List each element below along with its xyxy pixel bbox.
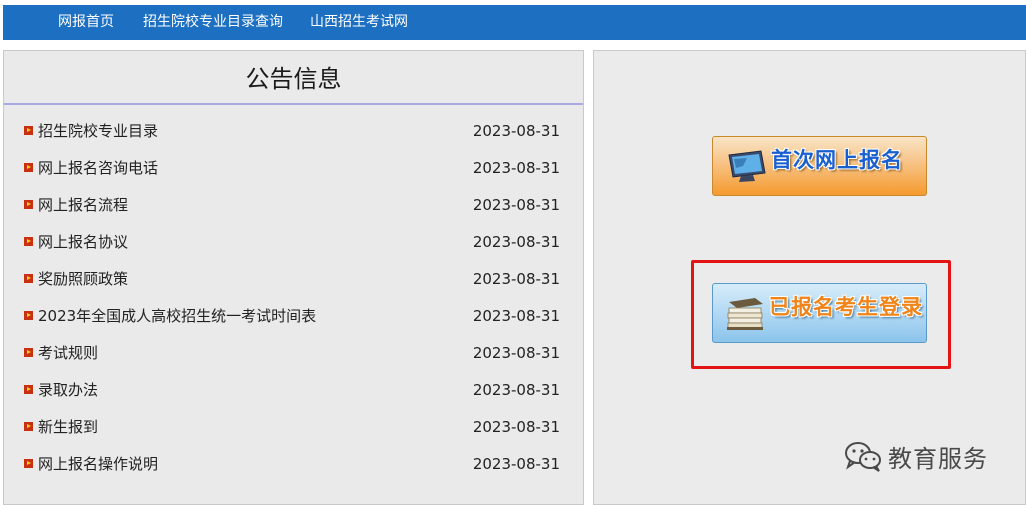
notice-list: 招生院校专业目录 2023-08-31 网上报名咨询电话 2023-08-31 网上报名… bbox=[4, 113, 583, 483]
arrow-bullet-icon bbox=[24, 385, 33, 394]
notice-list-item: 2023年全国成人高校招生统一考试时间表 2023-08-31 bbox=[4, 298, 583, 335]
notice-list-item: 新生报到 2023-08-31 bbox=[4, 409, 583, 446]
arrow-bullet-icon bbox=[24, 163, 33, 172]
monitor-icon bbox=[728, 150, 766, 182]
notice-date: 2023-08-31 bbox=[472, 233, 560, 251]
arrow-bullet-icon bbox=[24, 126, 33, 135]
notice-panel-title: 公告信息 bbox=[4, 51, 583, 105]
watermark-text: 教育服务 bbox=[888, 444, 988, 473]
wechat-icon bbox=[845, 442, 881, 472]
notice-panel: 公告信息 招生院校专业目录 2023-08-31 网上报名咨询电话 2023-08-3… bbox=[3, 50, 584, 505]
notice-title-link[interactable]: 网上报名操作说明 bbox=[38, 446, 158, 483]
notice-list-item: 网上报名操作说明 2023-08-31 bbox=[4, 446, 583, 483]
notice-date: 2023-08-31 bbox=[472, 307, 560, 325]
first-signup-label: 首次网上报名 bbox=[771, 148, 903, 172]
notice-date: 2023-08-31 bbox=[472, 344, 560, 362]
notice-title-link[interactable]: 网上报名协议 bbox=[38, 224, 128, 261]
notice-date: 2023-08-31 bbox=[472, 122, 560, 140]
arrow-bullet-icon bbox=[24, 422, 33, 431]
arrow-bullet-icon bbox=[24, 274, 33, 283]
notice-date: 2023-08-31 bbox=[472, 381, 560, 399]
nav-home-link[interactable]: 网报首页 bbox=[58, 5, 114, 40]
notice-date: 2023-08-31 bbox=[472, 270, 560, 288]
notice-list-item: 网上报名流程 2023-08-31 bbox=[4, 187, 583, 224]
notice-title-link[interactable]: 网上报名流程 bbox=[38, 187, 128, 224]
nav-exam-site-link[interactable]: 山西招生考试网 bbox=[310, 5, 408, 40]
notice-title-link[interactable]: 2023年全国成人高校招生统一考试时间表 bbox=[38, 298, 316, 335]
arrow-bullet-icon bbox=[24, 348, 33, 357]
first-signup-button[interactable]: 首次网上报名 bbox=[712, 136, 927, 196]
notice-list-item: 录取办法 2023-08-31 bbox=[4, 372, 583, 409]
notice-title-link[interactable]: 新生报到 bbox=[38, 409, 98, 446]
notice-title-link[interactable]: 招生院校专业目录 bbox=[38, 113, 158, 150]
notice-list-item: 考试规则 2023-08-31 bbox=[4, 335, 583, 372]
action-panel: 首次网上报名 已报名考生登录 教育服务 bbox=[593, 50, 1026, 505]
nav-catalog-query-link[interactable]: 招生院校专业目录查询 bbox=[143, 5, 283, 40]
notice-date: 2023-08-31 bbox=[472, 159, 560, 177]
arrow-bullet-icon bbox=[24, 311, 33, 320]
notice-date: 2023-08-31 bbox=[472, 455, 560, 473]
notice-list-item: 网上报名协议 2023-08-31 bbox=[4, 224, 583, 261]
notice-date: 2023-08-31 bbox=[472, 196, 560, 214]
arrow-bullet-icon bbox=[24, 200, 33, 209]
notice-title-link[interactable]: 奖励照顾政策 bbox=[38, 261, 128, 298]
notice-title-link[interactable]: 考试规则 bbox=[38, 335, 98, 372]
notice-date: 2023-08-31 bbox=[472, 418, 560, 436]
notice-title-link[interactable]: 录取办法 bbox=[38, 372, 98, 409]
notice-list-item: 网上报名咨询电话 2023-08-31 bbox=[4, 150, 583, 187]
arrow-bullet-icon bbox=[24, 459, 33, 468]
notice-list-item: 招生院校专业目录 2023-08-31 bbox=[4, 113, 583, 150]
top-nav-bar: 网报首页 招生院校专业目录查询 山西招生考试网 bbox=[3, 5, 1026, 40]
arrow-bullet-icon bbox=[24, 237, 33, 246]
watermark: 教育服务 bbox=[844, 436, 988, 476]
notice-title-link[interactable]: 网上报名咨询电话 bbox=[38, 150, 158, 187]
highlight-annotation-box bbox=[691, 260, 951, 369]
notice-list-item: 奖励照顾政策 2023-08-31 bbox=[4, 261, 583, 298]
